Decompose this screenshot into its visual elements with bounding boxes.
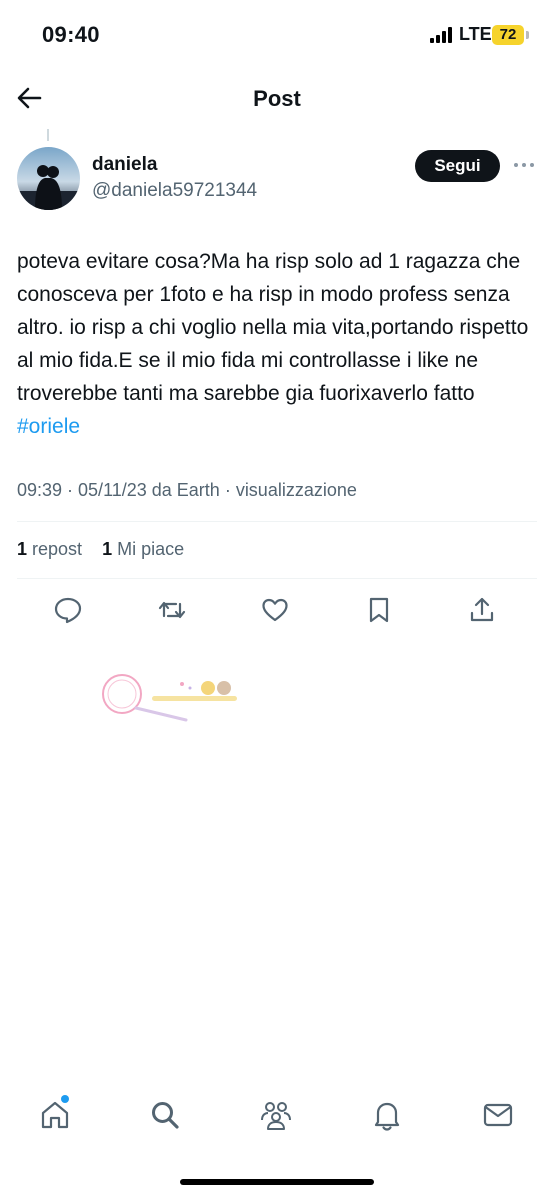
share-icon (470, 597, 494, 622)
page-title: Post (253, 86, 301, 111)
home-indicator[interactable] (180, 1179, 374, 1185)
more-icon (514, 163, 534, 167)
notification-dot (61, 1095, 69, 1103)
reply-button[interactable] (53, 595, 83, 625)
bottom-tab-bar (0, 1088, 554, 1148)
repost-icon (158, 601, 186, 619)
author-handle[interactable]: @daniela59721344 (92, 180, 257, 202)
reply-icon (54, 597, 82, 624)
status-bar: 09:40 LTE 72 (0, 0, 554, 72)
follow-button[interactable]: Segui (415, 150, 500, 182)
reposts-stat[interactable]: 1 repost (17, 539, 82, 559)
communities-icon (261, 1102, 291, 1130)
hashtag-link[interactable]: #oriele (17, 415, 80, 438)
top-header: Post (0, 72, 554, 128)
search-icon (152, 1102, 179, 1129)
share-button[interactable] (467, 595, 497, 625)
likes-stat[interactable]: 1 Mi piace (102, 539, 184, 559)
divider (17, 521, 537, 522)
status-time: 09:40 (42, 22, 100, 47)
post-text-content: poteva evitare cosa?Ma ha risp solo ad 1… (17, 250, 529, 405)
avatar[interactable] (17, 147, 80, 210)
network-label: LTE (459, 24, 492, 44)
post-text: poteva evitare cosa?Ma ha risp solo ad 1… (17, 245, 537, 443)
bookmark-icon (369, 597, 389, 623)
signal-icon (430, 27, 454, 43)
like-button[interactable] (260, 595, 290, 625)
bookmark-button[interactable] (364, 595, 394, 625)
post-meta[interactable]: 09:39 · 05/11/23 da Earth · visualizzazi… (17, 480, 357, 501)
home-icon (41, 1101, 69, 1129)
repost-button[interactable] (157, 595, 187, 625)
messages-icon (483, 1103, 513, 1127)
tab-home[interactable] (38, 1098, 72, 1132)
tab-communities[interactable] (259, 1098, 293, 1132)
tab-notifications[interactable] (370, 1098, 404, 1132)
like-icon (262, 598, 288, 622)
tab-messages[interactable] (481, 1098, 515, 1132)
battery-icon: 72 (492, 25, 524, 45)
author-name[interactable]: daniela (92, 154, 157, 176)
battery-tip (526, 31, 529, 39)
watermark-sticker (96, 672, 241, 724)
more-options-button[interactable] (512, 156, 536, 174)
divider (17, 578, 537, 579)
thread-line (47, 129, 49, 141)
tab-search[interactable] (148, 1098, 182, 1132)
notifications-icon (374, 1102, 400, 1131)
post-stats: 1 repost 1 Mi piace (17, 539, 184, 560)
